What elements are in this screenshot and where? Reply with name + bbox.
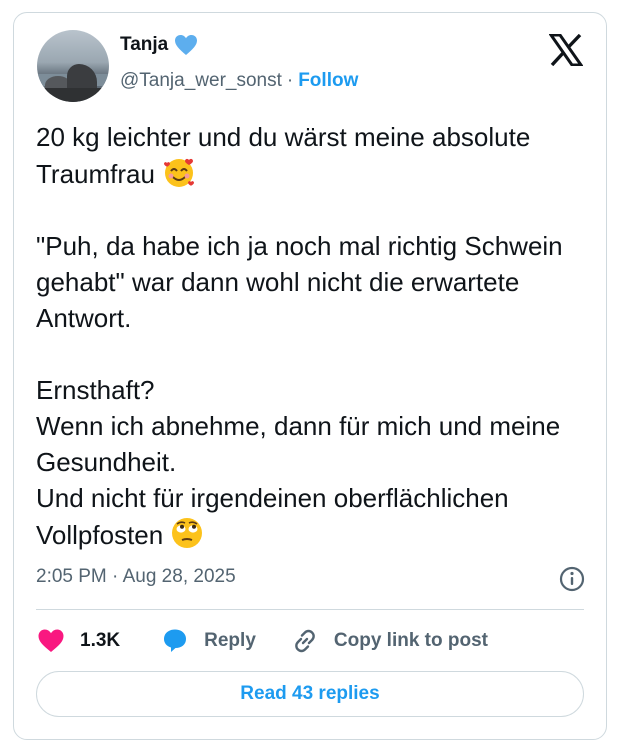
like-count: 1.3K [80, 630, 121, 651]
read-replies-label: Read 43 replies [240, 683, 380, 704]
heart-icon [38, 629, 64, 652]
tweet-timestamp[interactable]: 2:05 PM · Aug 28, 2025 [36, 566, 236, 588]
tweet-card: Tanja @Tanja_wer_sonst · Follow 20 kg le… [13, 12, 607, 740]
reply-button[interactable]: Reply [160, 626, 256, 656]
author-handle[interactable]: @Tanja_wer_sonst [120, 70, 282, 92]
info-icon[interactable] [558, 565, 586, 593]
copy-link-button[interactable]: Copy link to post [290, 626, 488, 656]
tweet-paragraph-3: Ernsthaft? Wenn ich abnehme, dann für mi… [36, 375, 561, 550]
x-logo-icon[interactable] [549, 34, 583, 66]
author-name-row: Tanja [120, 34, 198, 56]
face-with-rolling-eyes-icon [172, 518, 203, 548]
reply-bubble-icon [164, 629, 187, 652]
follow-button[interactable]: Follow [298, 70, 358, 92]
divider [36, 609, 584, 610]
blue-heart-icon [175, 35, 198, 55]
avatar[interactable] [37, 30, 109, 102]
like-button[interactable]: 1.3K [36, 626, 120, 656]
smiling-face-with-hearts-icon [164, 158, 195, 187]
copy-link-label: Copy link to post [333, 630, 488, 651]
read-replies-button[interactable]: Read 43 replies [36, 671, 584, 717]
author-name[interactable]: Tanja [120, 34, 168, 56]
tweet-paragraph-2: "Puh, da habe ich ja noch mal richtig Sc… [36, 231, 570, 333]
action-bar: 1.3K Reply Copy link to post [36, 625, 488, 657]
separator-dot: · [286, 70, 294, 91]
tweet-text: 20 kg leichter und du wärst meine absolu… [36, 119, 596, 553]
link-icon [295, 629, 315, 653]
reply-label: Reply [204, 630, 256, 651]
tweet-paragraph-1: 20 kg leichter und du wärst meine absolu… [36, 122, 538, 189]
author-handle-row: @Tanja_wer_sonst · Follow [120, 70, 358, 92]
